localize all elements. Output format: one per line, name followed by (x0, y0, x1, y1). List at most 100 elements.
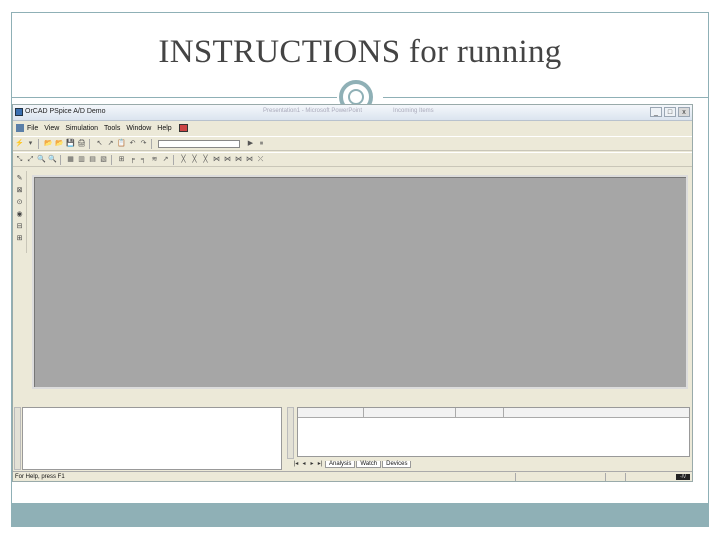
cursor-min-icon[interactable]: ╳ (190, 155, 199, 164)
minimize-button[interactable]: _ (650, 107, 662, 117)
status-cell (625, 473, 665, 481)
status-grid-header (298, 408, 689, 418)
next-transition-icon[interactable]: ⋈ (234, 155, 243, 164)
menu-window[interactable]: Window (126, 125, 151, 132)
prev-transition-icon[interactable]: ⋈ (245, 155, 254, 164)
status-bar: For Help, press F1 -/\/ (13, 471, 692, 482)
slide-footer-band (12, 503, 708, 526)
document-menu-icon[interactable] (16, 124, 24, 132)
tab-devices[interactable]: Devices (382, 460, 412, 468)
tab-next-icon[interactable]: ▸ (309, 461, 315, 468)
log-y-icon[interactable]: ▧ (99, 155, 108, 164)
app-icon (15, 108, 23, 116)
toolbar-separator (173, 154, 174, 165)
window-title: OrCAD PSpice A/D Demo (25, 108, 106, 115)
output-tabs: |◂ ◂ ▸ ▸| Analysis Watch Devices (293, 459, 412, 469)
simulation-status-grid[interactable] (297, 407, 690, 457)
open-folder-icon[interactable]: 📂 (55, 139, 64, 148)
probe-toolbar: ⤡ ⤢ 🔍 🔍 ▦ ▥ ▤ ▧ ⊞ ╒ ╕ ≋ ↗ ╳ ╳ ╳ ⋈ ⋈ ⋈ ⋈ … (13, 152, 692, 167)
zoom-area-icon[interactable]: ⤢ (26, 155, 35, 164)
mark-point-icon[interactable]: ⤫ (256, 155, 265, 164)
simulation-profile-select[interactable] (158, 139, 240, 148)
bias-icon[interactable]: ◉ (15, 210, 24, 219)
status-pane-scrollbar[interactable] (287, 407, 294, 459)
cursor-icon[interactable]: ╒ (128, 155, 137, 164)
tab-analysis[interactable]: Analysis (325, 460, 356, 468)
cursor-slope-icon[interactable]: ↗ (161, 155, 170, 164)
pause-icon[interactable]: ⏸ (257, 139, 266, 148)
save-icon[interactable]: 💾 (66, 139, 75, 148)
simulation-status-pane: |◂ ◂ ▸ ▸| Analysis Watch Devices (287, 407, 691, 470)
menubar: File View Simulation Tools Window Help (13, 122, 692, 134)
pencil-icon[interactable]: ✎ (15, 174, 24, 183)
menu-help[interactable]: Help (157, 125, 171, 132)
simulation-settings-icon[interactable]: ⊞ (15, 234, 24, 243)
toolbar-separator (38, 138, 39, 149)
title-rule-right (383, 97, 708, 98)
status-cell (515, 473, 605, 481)
cursor-point-icon[interactable]: ⋈ (212, 155, 221, 164)
tab-prev-icon[interactable]: ◂ (301, 461, 307, 468)
slide-title: INSTRUCTIONS for running (158, 34, 562, 70)
output-pane-scrollbar[interactable] (14, 407, 21, 470)
open-icon[interactable]: 📂 (44, 139, 53, 148)
title-rule-left (12, 97, 337, 98)
tab-first-icon[interactable]: |◂ (293, 461, 299, 468)
toolbar-separator (151, 138, 152, 149)
undo-icon[interactable]: ↶ (128, 139, 137, 148)
schematic-icon[interactable]: ⊠ (15, 186, 24, 195)
menu-simulation[interactable]: Simulation (65, 125, 98, 132)
maximize-button[interactable]: □ (664, 107, 676, 117)
performance-icon[interactable]: ▤ (88, 155, 97, 164)
status-grid-column[interactable] (504, 408, 689, 417)
status-text: For Help, press F1 (15, 474, 65, 480)
close-button[interactable]: x (678, 107, 690, 117)
pspice-window: OrCAD PSpice A/D Demo Presentation1 - Mi… (12, 104, 693, 482)
status-cell (605, 473, 625, 481)
cursor-max-icon[interactable]: ╳ (201, 155, 210, 164)
status-grid-column[interactable] (298, 408, 364, 417)
redo-icon[interactable]: ↷ (139, 139, 148, 148)
status-grid-column[interactable] (456, 408, 504, 417)
probe-icon[interactable]: ⊙ (15, 198, 24, 207)
mark-label-icon[interactable]: ╳ (179, 155, 188, 164)
dropdown-icon[interactable]: ▾ (26, 139, 35, 148)
toolbar-separator (89, 138, 90, 149)
copy-icon[interactable]: ↗ (106, 139, 115, 148)
menu-view[interactable]: View (44, 125, 59, 132)
status-grid-column[interactable] (364, 408, 456, 417)
toolbar-separator (111, 154, 112, 165)
standard-toolbar: ⚡ ▾ 📂 📂 💾 🖨 ↖ ↗ 📋 ↶ ↷ ▶ ⏸ (13, 136, 692, 151)
toolbar-separator (60, 154, 61, 165)
log-x-icon[interactable]: ▦ (66, 155, 75, 164)
cursor-search-icon[interactable]: ⋈ (223, 155, 232, 164)
tab-watch[interactable]: Watch (356, 460, 382, 468)
menu-file[interactable]: File (27, 125, 38, 132)
output-pane-content[interactable] (22, 407, 282, 470)
background-window-title: Presentation1 - Microsoft PowerPoint (263, 108, 363, 114)
workspace-area[interactable] (32, 175, 688, 389)
menu-tools[interactable]: Tools (104, 125, 120, 132)
waveform-indicator-icon: -/\/ (676, 474, 690, 480)
new-simulation-icon[interactable]: ⚡ (15, 139, 24, 148)
background-window-title: Incoming Items (393, 108, 434, 114)
paste-icon[interactable]: 📋 (117, 139, 126, 148)
print-icon[interactable]: 🖨 (77, 139, 86, 148)
cursor-trough-icon[interactable]: ≋ (150, 155, 159, 164)
context-help-icon[interactable] (178, 124, 188, 132)
tool-palette: ✎ ⊠ ⊙ ◉ ⊟ ⊞ (13, 171, 27, 253)
zoom-in-icon[interactable]: 🔍 (37, 155, 46, 164)
run-icon[interactable]: ▶ (246, 139, 255, 148)
window-titlebar[interactable]: OrCAD PSpice A/D Demo Presentation1 - Mi… (13, 105, 692, 121)
cursor-peak-icon[interactable]: ╕ (139, 155, 148, 164)
output-pane (13, 404, 285, 470)
zoom-out-icon[interactable]: 🔍 (48, 155, 57, 164)
window-controls: _ □ x (650, 107, 690, 117)
output-file-icon[interactable]: ⊟ (15, 222, 24, 231)
zoom-fit-icon[interactable]: ⤡ (15, 155, 24, 164)
add-trace-icon[interactable]: ⊞ (117, 155, 126, 164)
cut-icon[interactable]: ↖ (95, 139, 104, 148)
fourier-icon[interactable]: ▥ (77, 155, 86, 164)
tab-last-icon[interactable]: ▸| (317, 461, 323, 468)
title-ornament-inner (348, 89, 364, 105)
